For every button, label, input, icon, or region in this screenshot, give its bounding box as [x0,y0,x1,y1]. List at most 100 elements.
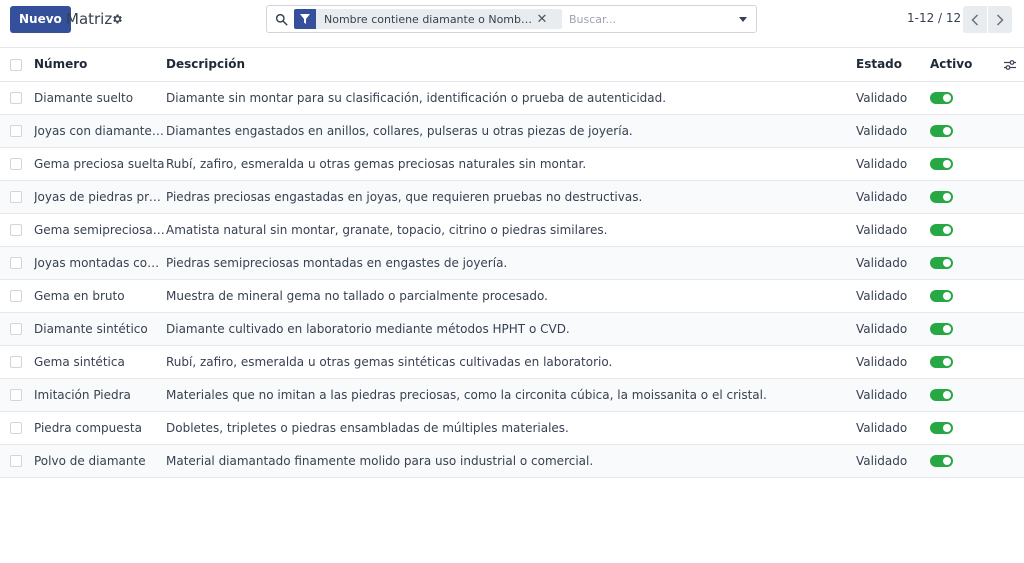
record-description: Diamante cultivado en laboratorio median… [166,321,570,336]
number-cell[interactable]: Diamante sintético [34,312,166,345]
column-header-status[interactable]: Estado [856,48,930,81]
close-icon[interactable]: ✕ [534,12,550,27]
table-row[interactable]: Diamante suelto Diamante sin montar para … [0,81,1024,114]
row-checkbox[interactable] [10,455,22,467]
active-toggle[interactable] [930,356,953,368]
row-checkbox[interactable] [10,323,22,335]
table-row[interactable]: Polvo de diamante Material diamantado fin… [0,444,1024,477]
description-cell[interactable]: Dobletes, tripletes o piedras ensamblada… [166,411,856,444]
record-description: Piedras preciosas engastadas en joyas, q… [166,189,643,204]
new-button[interactable]: Nuevo [10,6,71,33]
number-cell[interactable]: Gema semipreciosa s… [34,213,166,246]
number-cell[interactable]: Gema preciosa suelta [34,147,166,180]
caret-down-icon[interactable] [730,6,756,32]
number-cell[interactable]: Joyas con diamantes … [34,114,166,147]
row-checkbox[interactable] [10,125,22,137]
number-cell[interactable]: Joyas montadas con … [34,246,166,279]
description-cell[interactable]: Rubí, zafiro, esmeralda u otras gemas si… [166,345,856,378]
status-cell[interactable]: Validado [856,411,930,444]
table-row[interactable]: Joyas montadas con … Piedras semipreciosa… [0,246,1024,279]
description-cell[interactable]: Material diamantado finamente molido par… [166,444,856,477]
sliders-icon[interactable] [1004,59,1016,71]
gear-icon[interactable] [111,13,123,25]
table-body: Diamante suelto Diamante sin montar para … [0,81,1024,477]
active-toggle[interactable] [930,158,953,170]
pager-next-button[interactable] [988,6,1012,33]
row-checkbox[interactable] [10,224,22,236]
column-header-description[interactable]: Descripción [166,48,856,81]
row-filler-cell [1004,444,1024,477]
description-cell[interactable]: Diamante sin montar para su clasificació… [166,81,856,114]
record-status: Validado [856,321,908,336]
status-cell[interactable]: Validado [856,378,930,411]
status-cell[interactable]: Validado [856,114,930,147]
status-cell[interactable]: Validado [856,279,930,312]
status-cell[interactable]: Validado [856,444,930,477]
number-cell[interactable]: Imitación Piedra [34,378,166,411]
active-toggle[interactable] [930,290,953,302]
table-row[interactable]: Gema sintética Rubí, zafiro, esmeralda u … [0,345,1024,378]
active-toggle[interactable] [930,92,953,104]
active-toggle[interactable] [930,455,953,467]
active-cell [930,345,1004,378]
row-filler-cell [1004,81,1024,114]
row-checkbox[interactable] [10,356,22,368]
table-row[interactable]: Gema preciosa suelta Rubí, zafiro, esmera… [0,147,1024,180]
row-filler-cell [1004,147,1024,180]
description-cell[interactable]: Diamantes engastados en anillos, collare… [166,114,856,147]
table-row[interactable]: Imitación Piedra Materiales que no imitan… [0,378,1024,411]
description-cell[interactable]: Rubí, zafiro, esmeralda u otras gemas pr… [166,147,856,180]
status-cell[interactable]: Validado [856,81,930,114]
active-toggle[interactable] [930,125,953,137]
column-header-active[interactable]: Activo [930,48,1004,81]
pager-previous-button[interactable] [963,6,987,33]
status-cell[interactable]: Validado [856,345,930,378]
table-row[interactable]: Joyas de piedras pre… Piedras preciosas e… [0,180,1024,213]
record-number: Gema en bruto [34,288,125,303]
description-cell[interactable]: Piedras preciosas engastadas en joyas, q… [166,180,856,213]
record-status: Validado [856,453,908,468]
table-row[interactable]: Gema en bruto Muestra de mineral gema no … [0,279,1024,312]
row-checkbox[interactable] [10,257,22,269]
description-cell[interactable]: Amatista natural sin montar, granate, to… [166,213,856,246]
active-toggle[interactable] [930,389,953,401]
number-cell[interactable]: Gema en bruto [34,279,166,312]
status-cell[interactable]: Validado [856,213,930,246]
active-toggle[interactable] [930,323,953,335]
description-cell[interactable]: Materiales que no imitan a las piedras p… [166,378,856,411]
table-row[interactable]: Diamante sintético Diamante cultivado en … [0,312,1024,345]
description-cell[interactable]: Diamante cultivado en laboratorio median… [166,312,856,345]
table-row[interactable]: Piedra compuesta Dobletes, tripletes o pi… [0,411,1024,444]
column-header-number[interactable]: Número [34,48,166,81]
number-cell[interactable]: Polvo de diamante [34,444,166,477]
status-cell[interactable]: Validado [856,180,930,213]
active-toggle[interactable] [930,422,953,434]
number-cell[interactable]: Diamante suelto [34,81,166,114]
search-icon[interactable] [275,13,288,26]
description-cell[interactable]: Piedras semipreciosas montadas en engast… [166,246,856,279]
active-toggle[interactable] [930,257,953,269]
active-toggle[interactable] [930,224,953,236]
status-cell[interactable]: Validado [856,312,930,345]
number-cell[interactable]: Gema sintética [34,345,166,378]
row-filler-cell [1004,246,1024,279]
status-cell[interactable]: Validado [856,246,930,279]
number-cell[interactable]: Joyas de piedras pre… [34,180,166,213]
row-checkbox[interactable] [10,92,22,104]
description-cell[interactable]: Muestra de mineral gema no tallado o par… [166,279,856,312]
record-description: Amatista natural sin montar, granate, to… [166,222,608,237]
row-checkbox[interactable] [10,191,22,203]
pager-value[interactable]: 1-12 / 12 [907,11,961,25]
table-row[interactable]: Joyas con diamantes … Diamantes engastado… [0,114,1024,147]
table-row[interactable]: Gema semipreciosa s… Amatista natural sin… [0,213,1024,246]
active-cell [930,312,1004,345]
search-input[interactable] [567,10,727,28]
status-cell[interactable]: Validado [856,147,930,180]
select-all-checkbox[interactable] [10,58,22,71]
row-checkbox[interactable] [10,389,22,401]
row-checkbox[interactable] [10,422,22,434]
active-toggle[interactable] [930,191,953,203]
row-checkbox[interactable] [10,290,22,302]
number-cell[interactable]: Piedra compuesta [34,411,166,444]
row-checkbox[interactable] [10,158,22,170]
